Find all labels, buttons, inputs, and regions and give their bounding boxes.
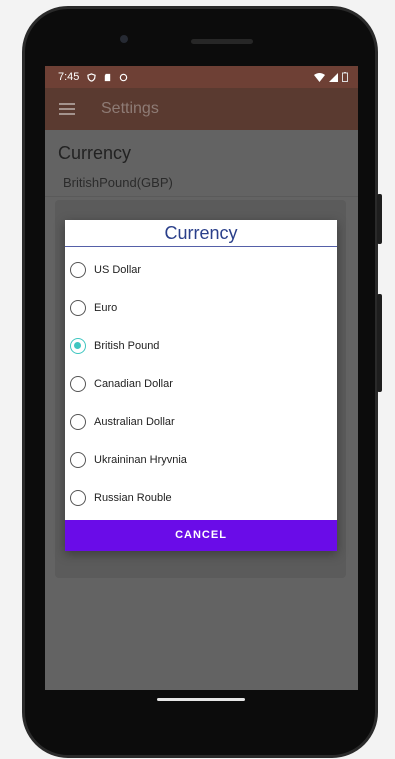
option-label: Canadian Dollar [94, 378, 173, 390]
radio-button[interactable] [70, 490, 86, 506]
preference-summary: BritishPound(GBP) [63, 175, 173, 190]
option-british-pound[interactable]: British Pound [65, 327, 337, 365]
preference-title[interactable]: Currency [58, 143, 131, 164]
option-label: British Pound [94, 340, 160, 352]
option-label: Australian Dollar [94, 416, 175, 428]
navigation-bar [45, 690, 358, 734]
option-euro[interactable]: Euro [65, 289, 337, 327]
radio-button[interactable] [70, 414, 86, 430]
app-bar: Settings [45, 88, 358, 130]
signal-icon [329, 72, 338, 82]
status-bar: 7:45 [45, 66, 358, 88]
sync-icon [120, 73, 128, 81]
option-ukrainian-hryvnia[interactable]: Ukraininan Hryvnia [65, 441, 337, 479]
option-label: Ukraininan Hryvnia [94, 454, 187, 466]
sd-card-icon [105, 73, 111, 81]
dialog-title: Currency [65, 220, 337, 247]
front-camera [120, 35, 128, 43]
radio-button[interactable] [70, 452, 86, 468]
power-button[interactable] [377, 194, 382, 244]
divider [45, 196, 358, 197]
option-russian-rouble[interactable]: Russian Rouble [65, 479, 337, 517]
option-canadian-dollar[interactable]: Canadian Dollar [65, 365, 337, 403]
app-bar-title: Settings [101, 100, 159, 117]
radio-button[interactable] [70, 300, 86, 316]
home-gesture-pill[interactable] [157, 698, 245, 701]
cancel-button[interactable]: CANCEL [65, 520, 337, 551]
volume-button[interactable] [377, 294, 382, 392]
radio-button[interactable] [70, 262, 86, 278]
option-australian-dollar[interactable]: Australian Dollar [65, 403, 337, 441]
radio-button[interactable] [70, 376, 86, 392]
wifi-icon [314, 72, 325, 82]
option-label: US Dollar [94, 264, 142, 276]
menu-icon[interactable] [59, 103, 75, 115]
shield-icon [87, 72, 97, 82]
currency-dialog: Currency US Dollar Euro British Pound Ca… [65, 220, 337, 551]
radio-button-selected[interactable] [70, 338, 86, 354]
currency-options: US Dollar Euro British Pound Canadian Do… [65, 247, 337, 517]
option-label: Russian Rouble [94, 492, 172, 504]
option-label: Euro [94, 302, 118, 314]
screen: 7:45 Settings Currency BritishPound(GBP)… [45, 66, 358, 690]
earpiece-speaker [191, 39, 253, 44]
battery-icon [342, 72, 348, 82]
option-us-dollar[interactable]: US Dollar [65, 251, 337, 289]
status-time: 7:45 [58, 71, 80, 83]
